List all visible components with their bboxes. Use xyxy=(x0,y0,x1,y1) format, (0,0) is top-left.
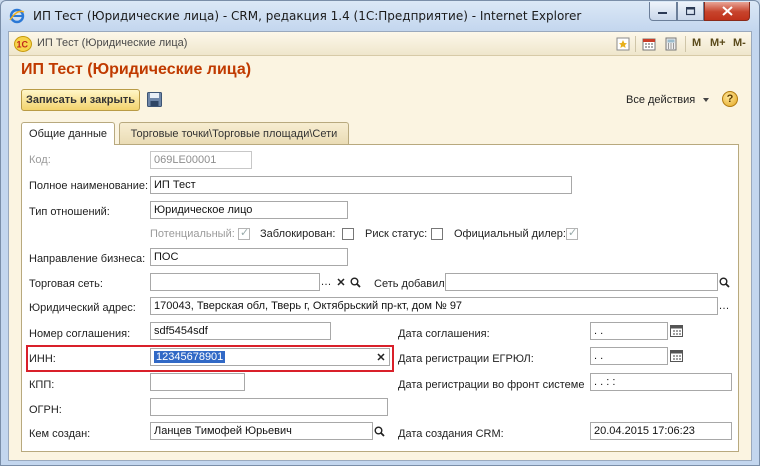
relation-type-field[interactable]: Юридическое лицо xyxy=(150,201,348,219)
tab-trade-points[interactable]: Торговые точки\Торговые площади\Сети xyxy=(119,122,349,144)
code-label: Код: xyxy=(29,154,51,166)
inn-label: ИНН: xyxy=(29,353,56,365)
front-date-label: Дата регистрации во фронт системе xyxy=(398,379,585,391)
kpp-field[interactable] xyxy=(150,373,245,391)
official-dealer-checkbox xyxy=(566,226,578,240)
legal-address-label: Юридический адрес: xyxy=(29,302,136,314)
official-dealer-label: Официальный дилер: xyxy=(454,228,566,240)
agreement-number-field[interactable]: sdf5454sdf xyxy=(150,322,331,340)
app-frame: 1С ИП Тест (Юридические лица) M M+ M- ИП… xyxy=(8,31,752,461)
agreement-date-field[interactable]: . . xyxy=(590,322,668,340)
trade-network-field[interactable] xyxy=(150,273,320,291)
minimize-button[interactable] xyxy=(649,2,677,21)
all-actions-menu[interactable]: Все действия xyxy=(626,94,695,106)
save-and-close-button[interactable]: Записать и закрыть xyxy=(21,89,140,111)
minimize-icon xyxy=(658,12,667,14)
created-date-field: 20.04.2015 17:06:23 xyxy=(590,422,732,440)
network-added-field[interactable] xyxy=(445,273,718,291)
blocked-label: Заблокирован: xyxy=(260,228,336,240)
fullname-label: Полное наименование: xyxy=(29,180,149,192)
ogrn-field[interactable] xyxy=(150,398,388,416)
risk-status-label: Риск статус: xyxy=(365,228,428,240)
clear-x-icon[interactable]: ✕ xyxy=(373,348,389,366)
bookmark-icon[interactable] xyxy=(615,36,631,52)
close-icon xyxy=(721,6,733,16)
agreement-date-label: Дата соглашения: xyxy=(398,328,490,340)
calendar-icon[interactable] xyxy=(670,325,683,337)
business-direction-field[interactable]: ПОС xyxy=(150,248,348,266)
created-by-label: Кем создан: xyxy=(29,428,91,440)
potential-checkbox xyxy=(238,226,250,240)
calendar-tool-icon[interactable] xyxy=(641,36,657,52)
ie-icon xyxy=(9,8,25,24)
egrul-date-label: Дата регистрации ЕГРЮЛ: xyxy=(398,353,534,365)
kpp-label: КПП: xyxy=(29,379,55,391)
magnifier-icon[interactable] xyxy=(347,273,363,291)
magnifier-icon[interactable] xyxy=(371,422,387,440)
front-date-field[interactable]: . . : : xyxy=(590,373,732,391)
page-title: ИП Тест (Юридические лица) xyxy=(21,61,252,78)
risk-status-checkbox[interactable] xyxy=(431,228,443,240)
close-window-button[interactable] xyxy=(704,2,750,21)
maximize-button[interactable] xyxy=(677,2,704,21)
floppy-icon[interactable] xyxy=(147,92,162,107)
agreement-number-label: Номер соглашения: xyxy=(29,328,131,340)
fullname-field[interactable]: ИП Тест xyxy=(150,176,572,194)
tab-general[interactable]: Общие данные xyxy=(21,122,115,145)
svg-text:1С: 1С xyxy=(17,40,29,50)
inn-field[interactable]: 12345678901 xyxy=(150,348,390,366)
ogrn-label: ОГРН: xyxy=(29,404,62,416)
business-direction-label: Направление бизнеса: xyxy=(29,253,146,265)
toolbar-title: ИП Тест (Юридические лица) xyxy=(37,37,188,49)
ellipsis-icon[interactable]: … xyxy=(318,273,334,291)
window-title: ИП Тест (Юридические лица) - CRM, редакц… xyxy=(33,9,582,23)
title-bar: ИП Тест (Юридические лица) - CRM, редакц… xyxy=(1,1,759,31)
blocked-checkbox[interactable] xyxy=(342,228,354,240)
1c-logo-icon: 1С xyxy=(14,36,32,52)
created-by-field[interactable]: Ланцев Тимофей Юрьевич xyxy=(150,422,373,440)
network-added-label: Сеть добавил xyxy=(374,278,445,290)
inn-value: 12345678901 xyxy=(154,351,226,363)
memory-minus-button[interactable]: M- xyxy=(733,37,746,49)
potential-label: Потенциальный: xyxy=(150,228,235,240)
relation-type-label: Тип отношений: xyxy=(29,206,110,218)
app-toolbar: 1С ИП Тест (Юридические лица) M M+ M- xyxy=(9,32,751,56)
calculator-icon[interactable] xyxy=(663,36,679,52)
calendar-icon[interactable] xyxy=(670,350,683,362)
ellipsis-icon[interactable]: … xyxy=(716,297,732,315)
code-field: 069LE00001 xyxy=(150,151,252,169)
egrul-date-field[interactable]: . . xyxy=(590,347,668,365)
magnifier-icon[interactable] xyxy=(716,273,732,291)
browser-window: ИП Тест (Юридические лица) - CRM, редакц… xyxy=(0,0,760,466)
memory-m-button[interactable]: M xyxy=(692,37,701,49)
chevron-down-icon[interactable] xyxy=(703,98,709,102)
trade-network-label: Торговая сеть: xyxy=(29,278,103,290)
help-button[interactable]: ? xyxy=(722,91,738,107)
created-date-label: Дата создания CRM: xyxy=(398,428,504,440)
legal-address-field[interactable]: 170043, Тверская обл, Тверь г, Октябрьск… xyxy=(150,297,718,315)
memory-plus-button[interactable]: M+ xyxy=(710,37,726,49)
maximize-icon xyxy=(685,6,695,15)
